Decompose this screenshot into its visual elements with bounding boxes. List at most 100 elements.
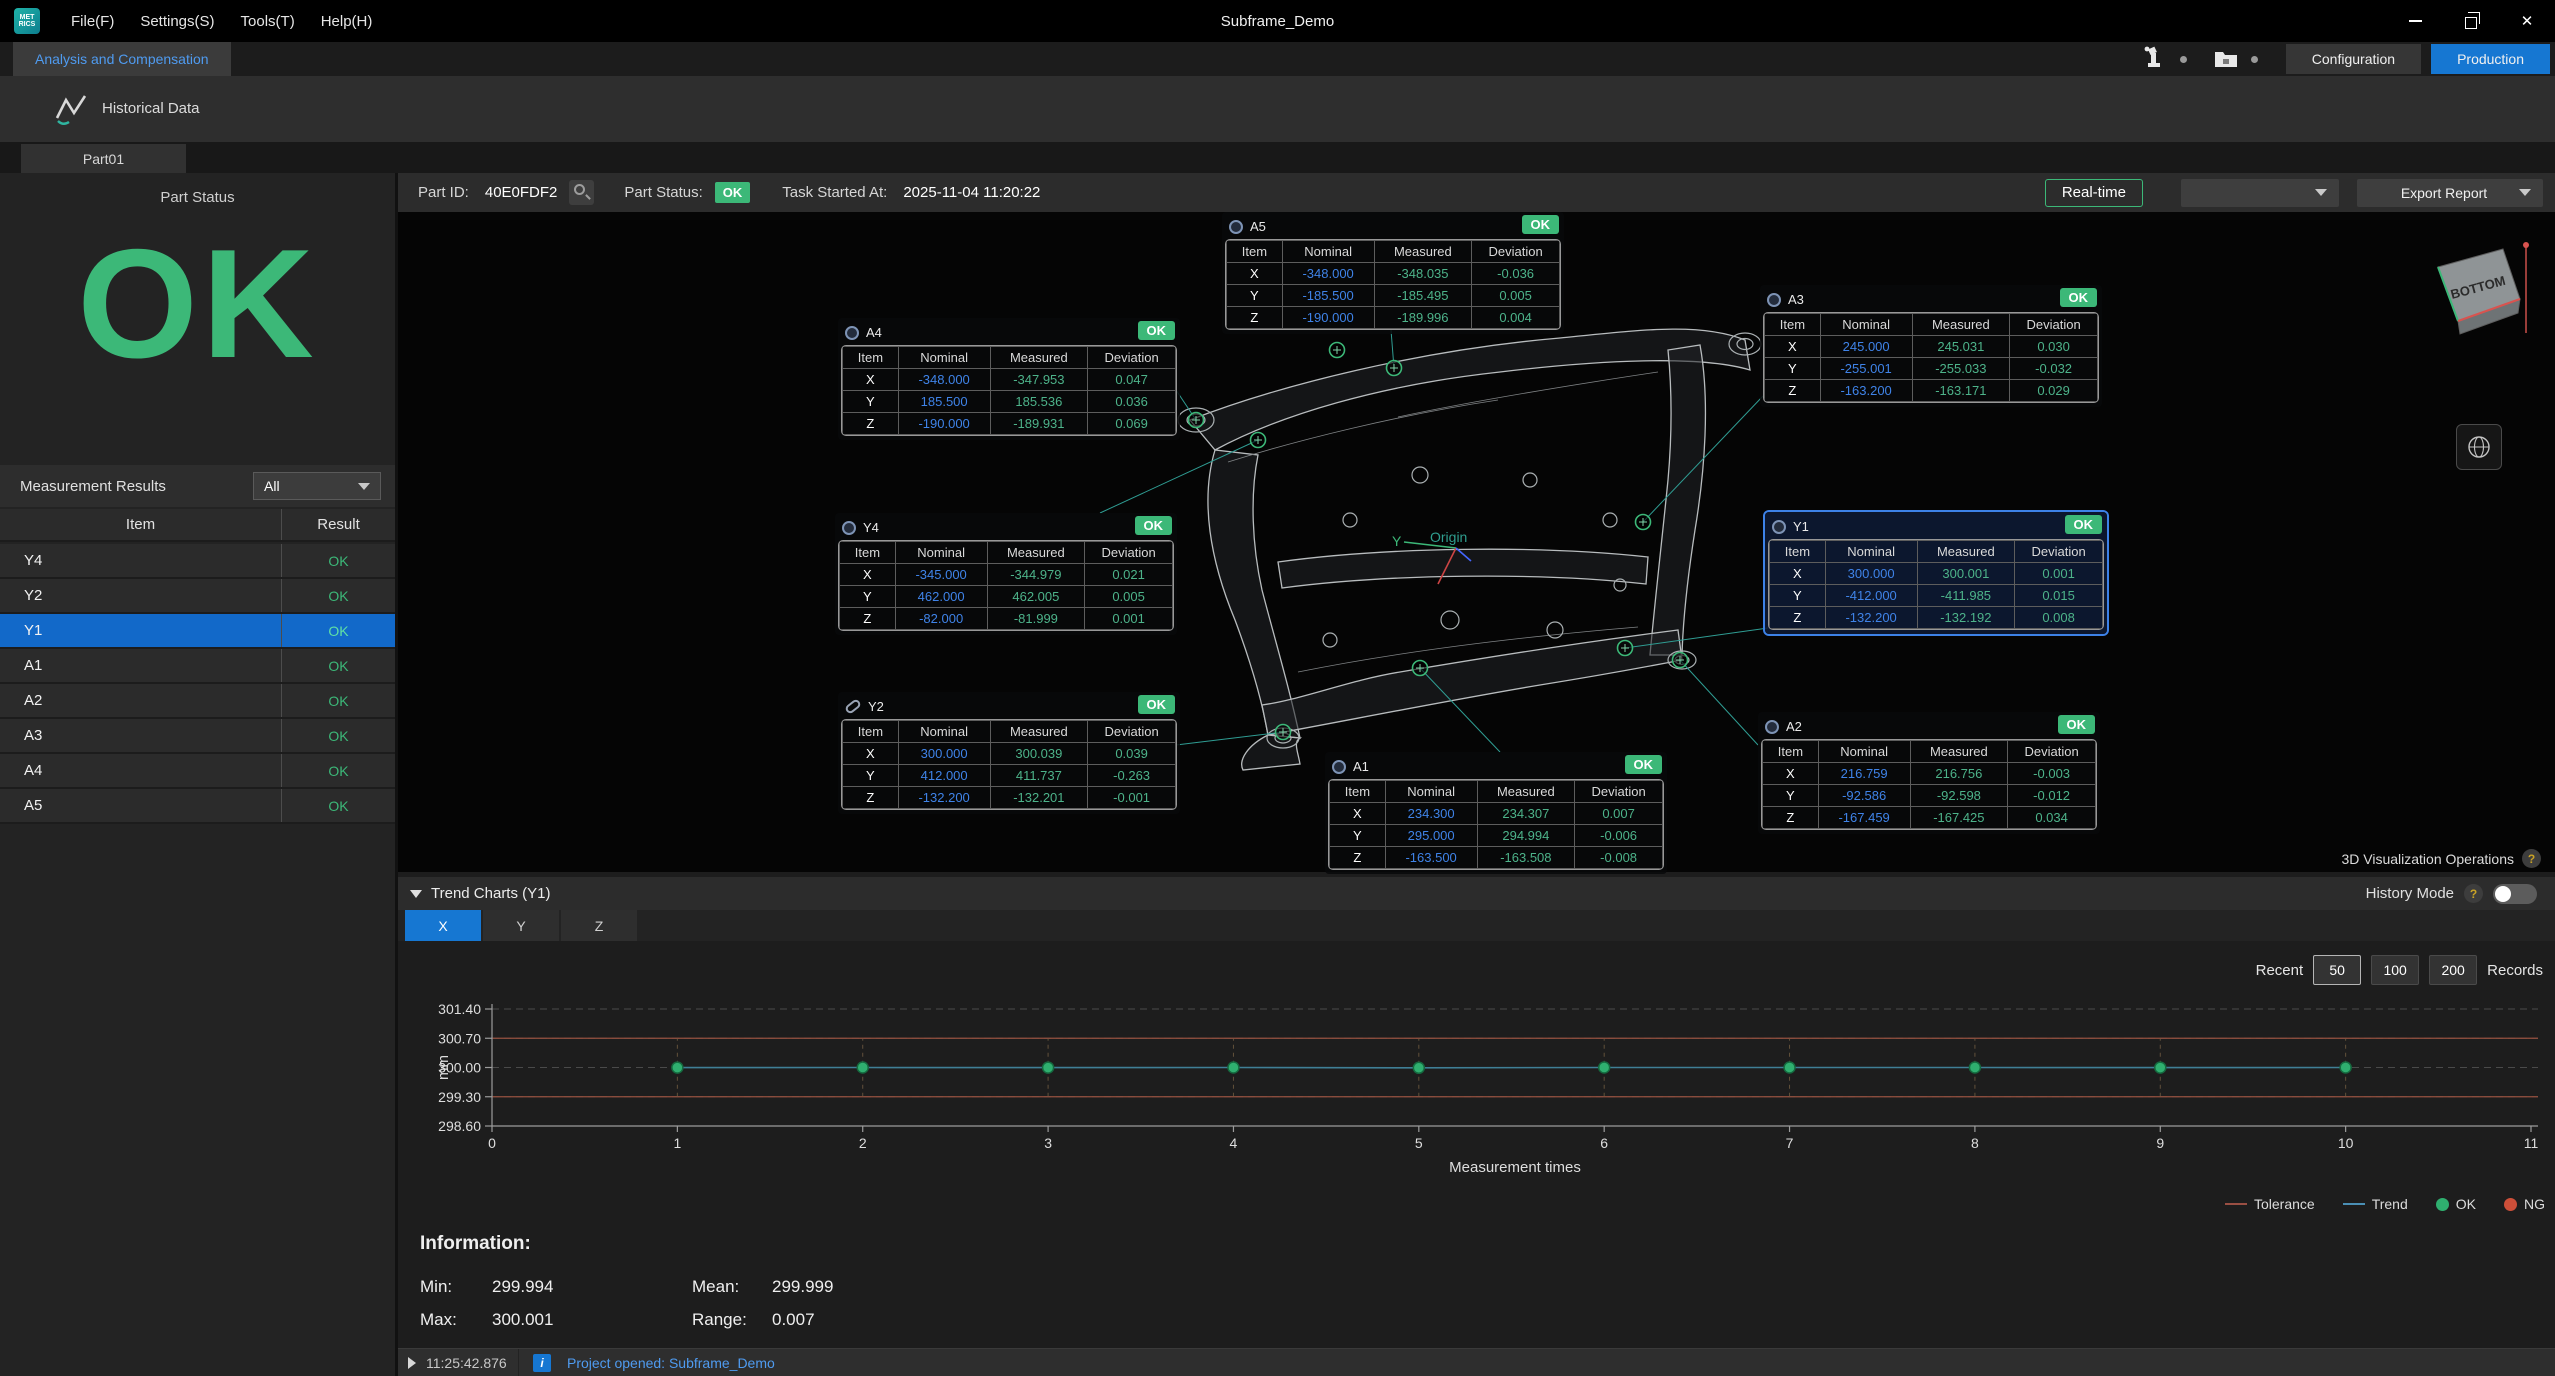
callout-header: Y4OK: [838, 515, 1174, 540]
callout-a3[interactable]: A3OKItemNominalMeasuredDeviationX245.000…: [1760, 285, 2102, 407]
configuration-button[interactable]: Configuration: [2286, 44, 2421, 74]
globe-icon: [2465, 433, 2493, 461]
range-label: Range:: [692, 1310, 772, 1330]
min-label: Min:: [420, 1277, 492, 1297]
callout-a5[interactable]: A5OKItemNominalMeasuredDeviationX-348.00…: [1222, 212, 1564, 334]
result-value: OK: [282, 544, 395, 577]
folder-icon[interactable]: [2211, 46, 2241, 72]
svg-text:0: 0: [488, 1135, 496, 1151]
robot-status-dot: [2180, 56, 2187, 63]
callout-table: ItemNominalMeasuredDeviationX300.000300.…: [842, 720, 1176, 809]
result-row-a1[interactable]: A1OK: [0, 649, 395, 684]
help-icon[interactable]: ?: [2522, 849, 2541, 868]
range-value: 0.007: [772, 1310, 972, 1330]
callout-y4[interactable]: Y4OKItemNominalMeasuredDeviationX-345.00…: [835, 513, 1177, 635]
part-tab-row: Part01: [0, 142, 2555, 173]
collapse-icon[interactable]: [410, 890, 422, 898]
status-badge: OK: [1135, 516, 1173, 535]
callout-header: A1OK: [1328, 754, 1664, 779]
restore-icon: [2465, 17, 2477, 29]
axis-tabs-strip: [398, 910, 2555, 941]
production-button[interactable]: Production: [2431, 44, 2550, 74]
close-button[interactable]: ✕: [2499, 0, 2555, 42]
record-select-dropdown[interactable]: [2181, 179, 2339, 207]
result-row-a5[interactable]: A5OK: [0, 789, 395, 824]
search-icon[interactable]: [569, 180, 594, 205]
result-value: OK: [282, 579, 395, 612]
records-row: Recent50100200Records: [2256, 955, 2543, 985]
measurement-marker: [1330, 343, 1345, 358]
callout-y2[interactable]: Y2OKItemNominalMeasuredDeviationX300.000…: [838, 692, 1180, 814]
historical-data-button[interactable]: Historical Data: [52, 88, 200, 128]
status-time: 11:25:42.876: [426, 1355, 504, 1371]
export-report-dropdown[interactable]: Export Report: [2357, 179, 2543, 207]
result-row-a3[interactable]: A3OK: [0, 719, 395, 754]
axis-tab-y[interactable]: Y: [483, 910, 559, 941]
recent-200-button[interactable]: 200: [2429, 955, 2477, 985]
sidebar: Part Status OK Measurement Results All I…: [0, 173, 395, 1376]
callout-table: ItemNominalMeasuredDeviationX300.000300.…: [1769, 540, 2103, 629]
robot-icon[interactable]: [2140, 45, 2170, 73]
recent-100-button[interactable]: 100: [2371, 955, 2419, 985]
results-filter-dropdown[interactable]: All: [253, 472, 381, 500]
callout-a1[interactable]: A1OKItemNominalMeasuredDeviationX234.300…: [1325, 752, 1667, 874]
item-label: A4: [0, 754, 282, 787]
viewport-3d[interactable]: Y Origin BOTTOM: [398, 212, 2555, 872]
menu-bar: File(F)Settings(S)Tools(T)Help(H): [58, 7, 385, 36]
status-badge: OK: [1625, 755, 1663, 774]
legend-dot-swatch: [2436, 1198, 2449, 1211]
main-area: Part ID: 40E0FDF2 Part Status: OK Task S…: [398, 173, 2555, 1376]
circle-feature-icon: [845, 326, 859, 340]
help-icon[interactable]: ?: [2464, 884, 2483, 903]
result-row-y4[interactable]: Y4OK: [0, 544, 395, 579]
expand-log-icon[interactable]: [408, 1357, 416, 1369]
trend-title: Trend Charts (Y1): [431, 885, 2366, 902]
callout-table: ItemNominalMeasuredDeviationX-348.000-34…: [1226, 240, 1560, 329]
callout-y1[interactable]: Y1OKItemNominalMeasuredDeviationX300.000…: [1765, 512, 2107, 634]
minimize-button[interactable]: [2387, 0, 2443, 42]
callout-a2[interactable]: A2OKItemNominalMeasuredDeviationX216.759…: [1758, 712, 2100, 834]
svg-text:mm: mm: [435, 1055, 452, 1080]
task-started-label: Task Started At:: [782, 184, 887, 201]
orientation-cube[interactable]: BOTTOM: [2438, 242, 2529, 334]
measurement-results-strip: Measurement Results All: [0, 465, 395, 507]
realtime-mode-button[interactable]: Real-time: [2045, 179, 2143, 207]
result-row-y1[interactable]: Y1OK: [0, 614, 395, 649]
tab-analysis-and-compensation[interactable]: Analysis and Compensation: [13, 42, 231, 76]
caret-down-icon: [358, 483, 370, 490]
result-row-a2[interactable]: A2OK: [0, 684, 395, 719]
svg-text:11: 11: [2524, 1135, 2539, 1151]
tab-part01[interactable]: Part01: [21, 144, 186, 173]
mean-label: Mean:: [692, 1277, 772, 1297]
measurement-marker: [1251, 433, 1266, 448]
recent-label: Recent: [2256, 962, 2304, 979]
menu-file[interactable]: File(F): [58, 7, 127, 36]
history-mode-toggle[interactable]: [2493, 884, 2537, 904]
app-logo-icon: MET RICS: [14, 8, 40, 34]
results-filter-value: All: [264, 478, 358, 494]
recent-50-button[interactable]: 50: [2313, 955, 2361, 985]
historical-data-label: Historical Data: [102, 100, 200, 117]
measurement-marker: [1189, 413, 1204, 428]
result-row-a4[interactable]: A4OK: [0, 754, 395, 789]
menu-tools[interactable]: Tools(T): [228, 7, 308, 36]
chart-legend: ToleranceTrendOKNG: [2225, 1196, 2545, 1212]
axis-tab-x[interactable]: X: [405, 910, 481, 941]
menu-help[interactable]: Help(H): [308, 7, 386, 36]
callout-a4[interactable]: A4OKItemNominalMeasuredDeviationX-348.00…: [838, 318, 1180, 440]
svg-text:8: 8: [1971, 1135, 1979, 1151]
maximize-button[interactable]: [2443, 0, 2499, 42]
legend-dot-swatch: [2504, 1198, 2517, 1211]
menu-settings[interactable]: Settings(S): [127, 7, 227, 36]
folder-status-dot: [2251, 56, 2258, 63]
view-globe-button[interactable]: [2456, 424, 2502, 470]
information-title: Information:: [420, 1233, 972, 1255]
3d-ops-label: 3D Visualization Operations: [2341, 851, 2514, 867]
result-row-y2[interactable]: Y2OK: [0, 579, 395, 614]
axis-tab-z[interactable]: Z: [561, 910, 637, 941]
callout-table: ItemNominalMeasuredDeviationX-345.000-34…: [839, 541, 1173, 630]
mode-bar-right: Configuration Production: [2140, 42, 2550, 76]
result-value: OK: [282, 684, 395, 717]
svg-text:1: 1: [673, 1135, 681, 1151]
slot-feature-icon: [844, 698, 862, 715]
